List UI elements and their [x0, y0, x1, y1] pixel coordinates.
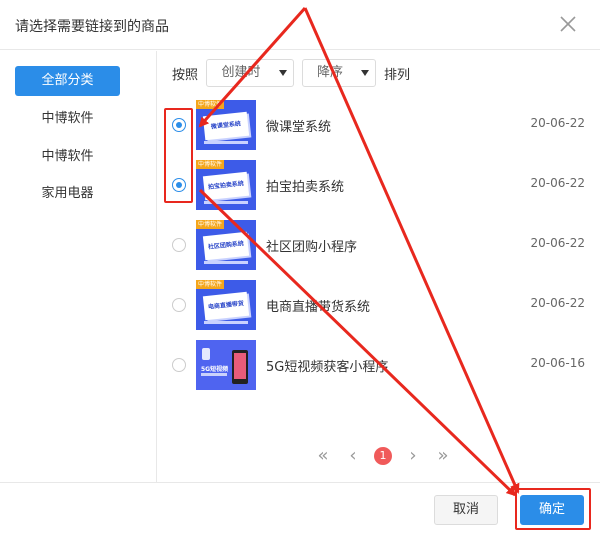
thumbnail-stripe: [204, 321, 248, 324]
pager-last-button[interactable]: »: [428, 446, 458, 466]
sort-prefix-label: 按照: [172, 67, 199, 83]
product-link-dialog: 请选择需要链接到的商品 全部分类 中博软件 中博软件 家用电器 按照 创建时 降…: [0, 0, 600, 533]
sort-suffix-label: 排列: [384, 67, 411, 83]
thumbnail-card: 社区团购系统: [202, 231, 250, 261]
pager-prev-button[interactable]: ‹: [338, 446, 368, 466]
thumbnail-text: 拍宝拍卖系统: [207, 180, 245, 191]
product-thumbnail: 中博软件 电商直播带货: [196, 280, 256, 330]
product-row[interactable]: 5G短视频 5G短视频获客小程序 20-06-16: [158, 339, 600, 391]
product-name: 微课堂系统: [266, 120, 332, 135]
product-radio[interactable]: [172, 118, 186, 132]
product-thumbnail: 中博软件 社区团购系统: [196, 220, 256, 270]
product-name: 电商直播带货系统: [266, 300, 371, 315]
chevron-down-icon: [279, 70, 288, 76]
thumbnail-tag: 中博软件: [196, 220, 225, 229]
thumbnail-card: 微课堂系统: [202, 111, 250, 141]
thumbnail-text: 微课堂系统: [210, 120, 242, 131]
product-date: 20-06-16: [530, 356, 585, 370]
thumbnail-card: 电商直播带货: [202, 291, 250, 321]
thumbnail-text: 5G短视频: [201, 366, 229, 373]
product-row[interactable]: 中博软件 微课堂系统 微课堂系统 20-06-22: [158, 99, 600, 151]
product-date: 20-06-22: [530, 296, 585, 310]
sort-order-select[interactable]: 降序: [302, 59, 377, 87]
product-date: 20-06-22: [530, 116, 585, 130]
sidebar-item-appliances[interactable]: 家用电器: [15, 179, 120, 209]
pager-next-button[interactable]: ›: [398, 446, 428, 466]
chevron-down-icon: [361, 70, 370, 76]
thumbnail-stripe: [201, 373, 227, 376]
cancel-button[interactable]: 取消: [434, 495, 498, 525]
product-thumbnail: 5G短视频: [196, 340, 256, 390]
sidebar-item-all[interactable]: 全部分类: [15, 66, 120, 96]
category-sidebar: 全部分类 中博软件 中博软件 家用电器: [0, 51, 157, 482]
product-list-panel: 按照 创建时 降序 排列 中博软件 微课堂系统 微课堂系统 20-06-22 中…: [158, 51, 600, 482]
pager-first-button[interactable]: «: [308, 446, 338, 466]
thumbnail-text: 社区团购系统: [207, 240, 245, 251]
dialog-title: 请选择需要链接到的商品: [15, 19, 169, 35]
sort-field-select[interactable]: 创建时: [206, 59, 295, 87]
confirm-button[interactable]: 确定: [520, 495, 584, 525]
thumbnail-stripe: [204, 261, 248, 264]
sort-bar: 按照 创建时 降序 排列: [172, 59, 410, 87]
product-radio[interactable]: [172, 358, 186, 372]
close-icon[interactable]: [558, 14, 578, 34]
thumbnail-card: 拍宝拍卖系统: [202, 171, 250, 201]
phone-image: [232, 350, 248, 384]
pagination: « ‹ 1 › »: [308, 446, 458, 466]
thumbnail-logo: [202, 348, 210, 360]
product-name: 5G短视频获客小程序: [266, 360, 389, 375]
product-name: 拍宝拍卖系统: [266, 180, 345, 195]
product-name: 社区团购小程序: [266, 240, 358, 255]
pager-current-page[interactable]: 1: [374, 447, 392, 465]
product-row[interactable]: 中博软件 电商直播带货 电商直播带货系统 20-06-22: [158, 279, 600, 331]
product-radio[interactable]: [172, 178, 186, 192]
sidebar-item-zhongbo-1[interactable]: 中博软件: [15, 104, 120, 134]
thumbnail-tag: 中博软件: [196, 280, 225, 289]
thumbnail-text: 电商直播带货: [207, 300, 245, 311]
thumbnail-stripe: [204, 201, 248, 204]
thumbnail-tag: 中博软件: [196, 100, 225, 109]
product-row[interactable]: 中博软件 拍宝拍卖系统 拍宝拍卖系统 20-06-22: [158, 159, 600, 211]
product-thumbnail: 中博软件 拍宝拍卖系统: [196, 160, 256, 210]
sort-field-value: 创建时: [221, 65, 261, 80]
product-row[interactable]: 中博软件 社区团购系统 社区团购小程序 20-06-22: [158, 219, 600, 271]
sort-order-value: 降序: [317, 65, 344, 80]
thumbnail-stripe: [204, 141, 248, 144]
product-radio[interactable]: [172, 238, 186, 252]
product-radio[interactable]: [172, 298, 186, 312]
sidebar-item-zhongbo-2[interactable]: 中博软件: [15, 142, 120, 172]
thumbnail-tag: 中博软件: [196, 160, 225, 169]
product-thumbnail: 中博软件 微课堂系统: [196, 100, 256, 150]
product-date: 20-06-22: [530, 236, 585, 250]
product-date: 20-06-22: [530, 176, 585, 190]
dialog-footer: 取消 确定: [0, 482, 600, 533]
dialog-header: 请选择需要链接到的商品: [0, 0, 600, 50]
